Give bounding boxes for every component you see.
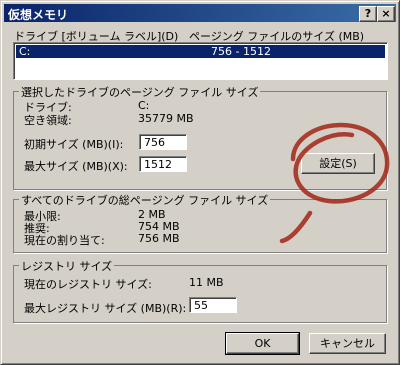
max-size-input[interactable]: 1512 [139, 156, 187, 172]
close-button[interactable]: × [377, 6, 395, 22]
initial-size-label: 初期サイズ (MB)(I): [24, 138, 124, 151]
max-registry-label: 最大レジストリ サイズ (MB)(R): [24, 302, 187, 315]
max-size-label: 最大サイズ (MB)(X): [24, 160, 128, 173]
paging-size-cell: 756 - 1512 [211, 45, 271, 58]
total-paging-legend: すべてのドライブの総ページング ファイル サイズ [19, 192, 271, 208]
initial-size-input[interactable]: 756 [139, 134, 187, 150]
current-registry-value: 11 MB [189, 276, 224, 289]
help-button[interactable]: ? [359, 6, 377, 22]
current-allocation-value: 756 MB [138, 232, 180, 245]
drive-list-row[interactable]: C: 756 - 1512 [16, 45, 385, 58]
drive-value: C: [138, 99, 150, 112]
title-bar[interactable]: 仮想メモリ ? × [4, 4, 396, 22]
registry-legend: レジストリ サイズ [19, 258, 115, 274]
drive-list[interactable]: C: 756 - 1512 [13, 42, 388, 80]
window-title: 仮想メモリ [8, 8, 69, 22]
max-registry-input[interactable]: 55 [189, 297, 237, 313]
free-space-value: 35779 MB [138, 112, 194, 125]
ok-button[interactable]: OK [225, 332, 300, 355]
cancel-button[interactable]: キャンセル [309, 333, 386, 354]
current-registry-label: 現在のレジストリ サイズ: [24, 278, 152, 291]
virtual-memory-dialog: 仮想メモリ ? × ドライブ [ボリューム ラベル](D) ページング ファイル… [0, 0, 400, 365]
current-allocation-label: 現在の割り当て: [24, 234, 105, 247]
free-space-label: 空き領域: [24, 114, 72, 127]
drive-cell: C: [19, 45, 31, 58]
selected-drive-legend: 選択したドライブのページング ファイル サイズ [19, 84, 261, 100]
set-button[interactable]: 設定(S) [301, 153, 375, 174]
